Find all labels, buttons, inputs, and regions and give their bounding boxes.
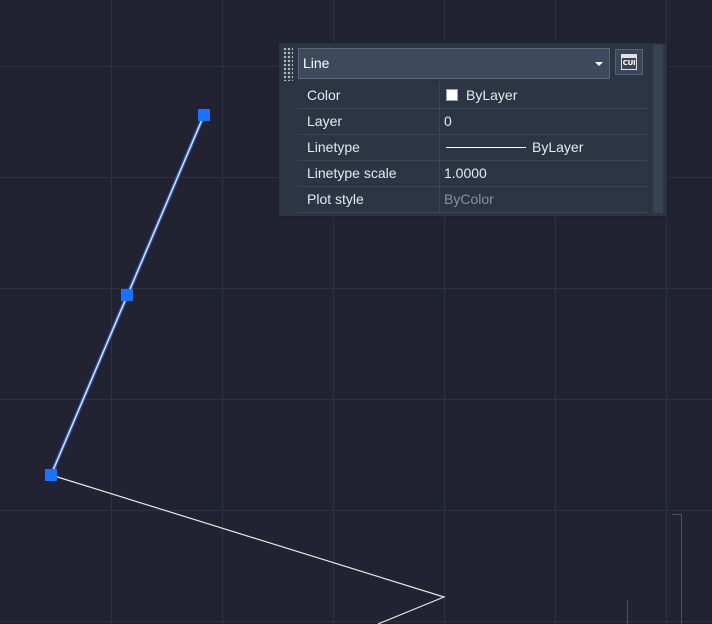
- property-label: Plot style: [298, 186, 440, 213]
- linetype-value: ByLayer: [532, 139, 584, 155]
- property-label: Linetype: [298, 134, 440, 161]
- quick-properties-palette[interactable]: Line CUI Color ByLayer Layer 0 Linetype …: [278, 42, 668, 217]
- color-swatch-icon: [446, 88, 458, 101]
- property-label: Layer: [298, 108, 440, 135]
- property-row-color[interactable]: Color ByLayer: [298, 82, 647, 109]
- grip-endpoint-bottom[interactable]: [45, 469, 57, 481]
- property-value-linetype[interactable]: ByLayer: [439, 134, 647, 161]
- palette-scrollbar[interactable]: [649, 43, 667, 216]
- property-label: Linetype scale: [298, 160, 440, 187]
- property-value-layer[interactable]: 0: [439, 108, 647, 135]
- object-type-value: Line: [303, 55, 330, 71]
- property-label: Color: [298, 82, 440, 109]
- property-value-color[interactable]: ByLayer: [439, 82, 647, 109]
- linetype-sample-icon: [446, 147, 526, 148]
- property-value-plot-style: ByColor: [439, 186, 647, 213]
- grip-midpoint[interactable]: [121, 289, 133, 301]
- color-value: ByLayer: [466, 86, 518, 103]
- chevron-down-icon: [595, 62, 603, 66]
- property-value-linetype-scale[interactable]: 1.0000: [439, 160, 647, 187]
- property-row-plot-style: Plot style ByColor: [298, 186, 647, 213]
- grip-endpoint-top[interactable]: [198, 109, 210, 121]
- grip-dots-icon[interactable]: [283, 47, 293, 81]
- cui-label: CUI: [622, 59, 636, 67]
- object-type-dropdown[interactable]: Line: [298, 48, 610, 79]
- properties-table: Color ByLayer Layer 0 Linetype ByLayer L…: [298, 82, 647, 213]
- property-row-layer[interactable]: Layer 0: [298, 108, 647, 135]
- scrollbar-thumb[interactable]: [653, 45, 663, 213]
- property-row-linetype-scale[interactable]: Linetype scale 1.0000: [298, 160, 647, 187]
- customize-button[interactable]: CUI: [615, 49, 643, 75]
- property-row-linetype[interactable]: Linetype ByLayer: [298, 134, 647, 161]
